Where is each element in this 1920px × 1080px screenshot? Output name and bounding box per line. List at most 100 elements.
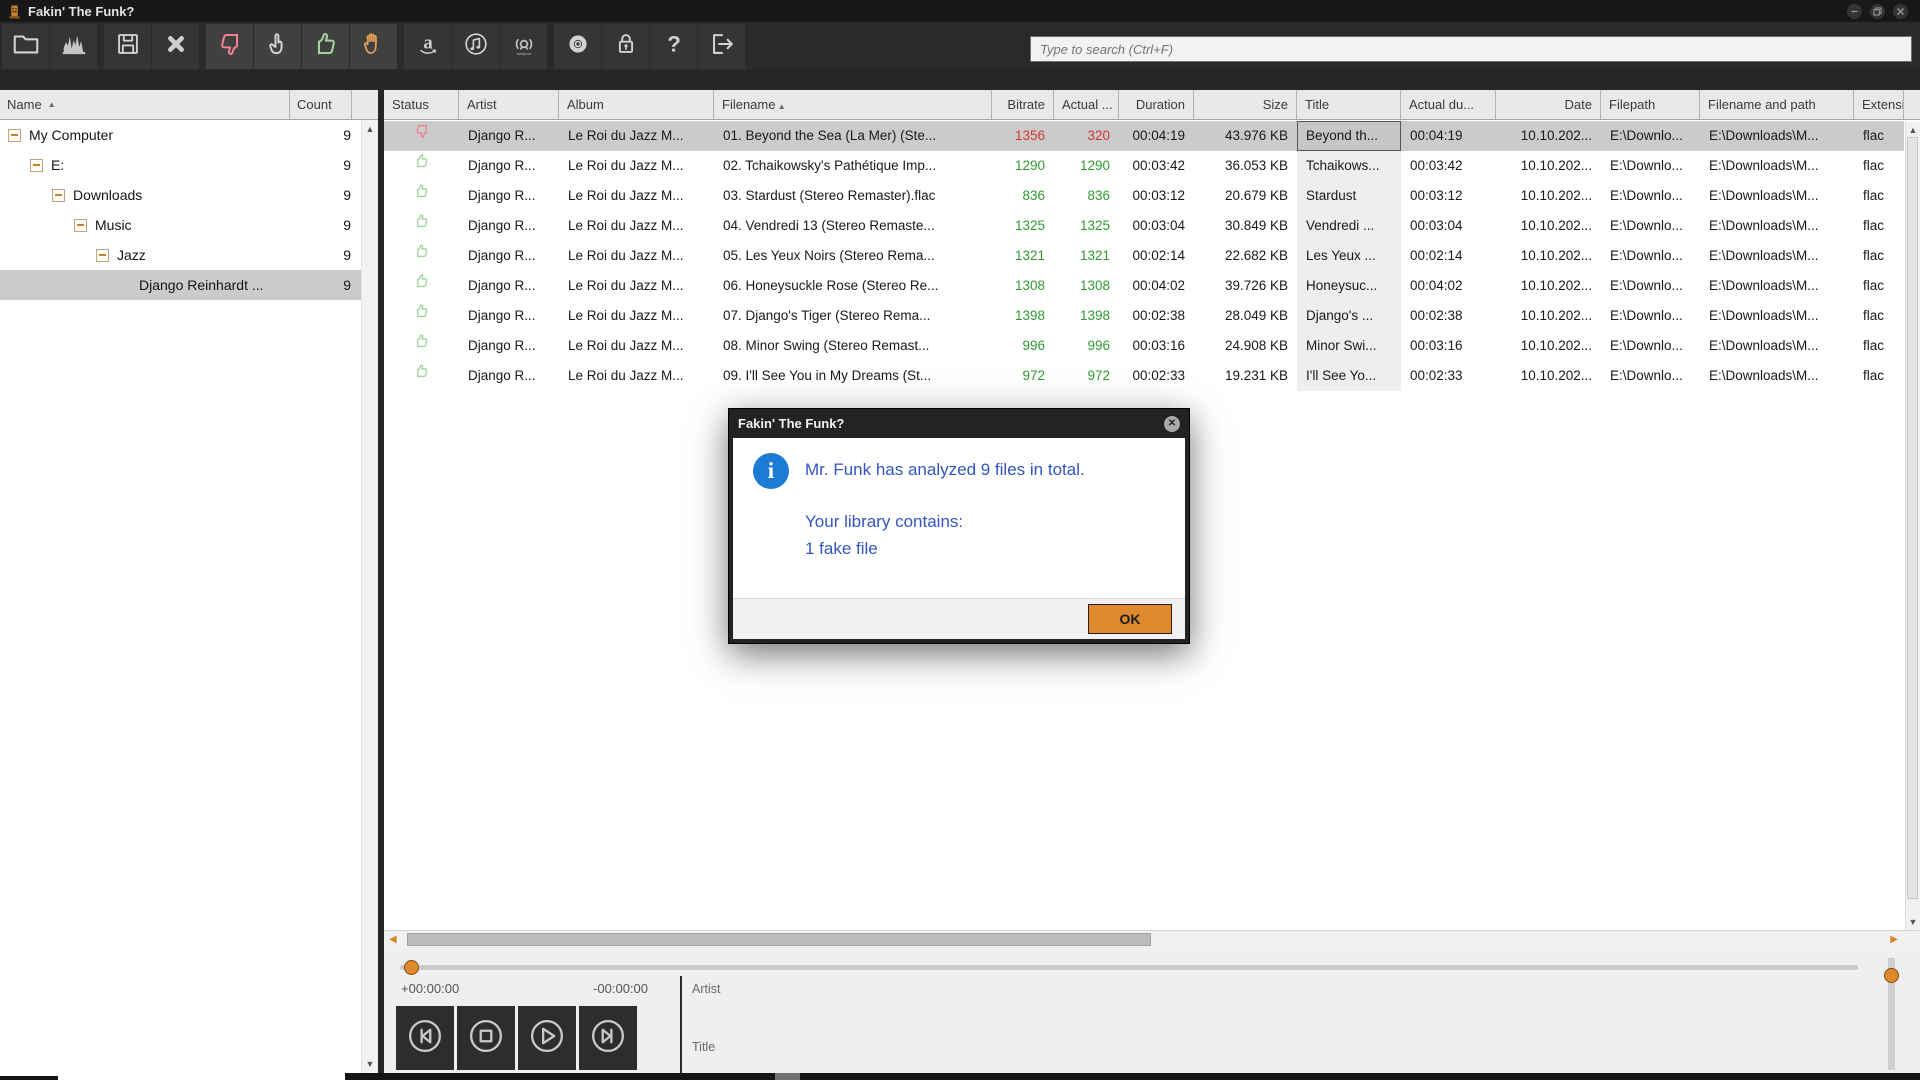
table-vertical-scrollbar[interactable]: ▲ ▼ (1905, 122, 1920, 930)
column-header-status[interactable]: Status (384, 90, 459, 119)
remove-icon (161, 29, 191, 64)
save-button[interactable] (104, 23, 151, 69)
cell-filename_and_path: E:\Downloads\M... (1709, 128, 1819, 143)
amazon-icon: a (413, 29, 443, 64)
scroll-right-icon[interactable]: ▶ (1890, 934, 1898, 946)
stop-button[interactable] (457, 1006, 515, 1070)
search-input[interactable] (1030, 36, 1912, 62)
scroll-up-icon[interactable]: ▲ (1906, 124, 1920, 136)
cell-album: Le Roi du Jazz M... (568, 248, 684, 263)
hand-stop-button[interactable] (350, 23, 397, 69)
tree-item-count: 9 (343, 217, 351, 233)
cell-status (384, 271, 459, 301)
analyze-icon (59, 29, 89, 64)
scroll-down-icon[interactable]: ▼ (362, 1058, 378, 1070)
tree-item[interactable]: Music 9 (0, 210, 361, 240)
tree-vertical-scrollbar[interactable]: ▲ ▼ (361, 120, 378, 1073)
table-row[interactable]: Django R... Le Roi du Jazz M... 05. Les Ye… (384, 241, 1904, 271)
scroll-down-icon[interactable]: ▼ (1906, 916, 1920, 928)
cell-extension: flac (1863, 188, 1885, 203)
column-header-duration[interactable]: Duration (1119, 90, 1194, 119)
column-header-date[interactable]: Date (1496, 90, 1601, 119)
beatport-button[interactable]: beatport (500, 23, 547, 69)
column-header-actual_duration[interactable]: Actual du... (1401, 90, 1496, 119)
collapse-icon[interactable] (74, 218, 87, 232)
cell-bitrate: 1356 (1014, 128, 1045, 143)
cell-size: 22.682 KB (1224, 248, 1288, 263)
column-header-album[interactable]: Album (559, 90, 714, 119)
window-controls (1847, 3, 1908, 19)
minimize-button[interactable] (1847, 3, 1862, 19)
column-header-filename_and_path[interactable]: Filename and path (1700, 90, 1854, 119)
remove-button[interactable] (152, 23, 199, 69)
column-header-artist[interactable]: Artist (459, 90, 559, 119)
help-button[interactable]: ? (650, 23, 697, 69)
table-row[interactable]: Django R... Le Roi du Jazz M... 09. I'll S… (384, 361, 1904, 391)
table-row[interactable]: Django R... Le Roi du Jazz M... 03. Stardu… (384, 181, 1904, 211)
cell-artist: Django R... (468, 158, 536, 173)
cell-filename: 01. Beyond the Sea (La Mer) (Ste... (723, 128, 937, 143)
cell-filename_and_path: E:\Downloads\M... (1709, 308, 1819, 323)
tree-item[interactable]: Jazz 9 (0, 240, 361, 270)
table-row[interactable]: Django R... Le Roi du Jazz M... 04. Vendre… (384, 211, 1904, 241)
column-header-bitrate[interactable]: Bitrate (992, 90, 1054, 119)
skip-forward-button[interactable] (579, 1006, 637, 1070)
maximize-button[interactable] (1870, 3, 1885, 19)
dialog-close-icon[interactable]: ✕ (1164, 415, 1180, 432)
thumbs-down-button[interactable] (206, 23, 253, 69)
collapse-icon[interactable] (96, 248, 109, 262)
volume-slider-knob[interactable] (1884, 968, 1899, 983)
cell-artist: Django R... (468, 218, 536, 233)
thumbs-up-button[interactable] (302, 23, 349, 69)
column-header-actual_bitrate[interactable]: Actual ... (1054, 90, 1119, 119)
tree-item[interactable]: Django Reinhardt ... 9 (0, 270, 361, 300)
collapse-icon[interactable] (8, 128, 21, 142)
cell-duration: 00:02:33 (1132, 368, 1185, 383)
toolbar-group (2, 23, 97, 69)
cell-artist: Django R... (468, 278, 536, 293)
hand-stop-icon (359, 29, 389, 64)
exit-button[interactable] (698, 23, 745, 69)
cell-title: Minor Swi... (1297, 331, 1401, 361)
table-row[interactable]: Django R... Le Roi du Jazz M... 06. Honeys… (384, 271, 1904, 301)
column-header-filename[interactable]: Filename ▲ (714, 90, 992, 119)
table-rows: Django R... Le Roi du Jazz M... 01. Beyond… (384, 121, 1904, 391)
tree-item[interactable]: My Computer 9 (0, 120, 361, 150)
table-row[interactable]: Django R... Le Roi du Jazz M... 07. Django… (384, 301, 1904, 331)
horizontal-scroll-thumb[interactable] (407, 933, 1151, 946)
collapse-icon[interactable] (30, 158, 43, 172)
column-header-filepath[interactable]: Filepath (1601, 90, 1700, 119)
tree-column-name[interactable]: Name ▲ (0, 90, 290, 119)
column-header-size[interactable]: Size (1194, 90, 1297, 119)
dialog-body: i Mr. Funk has analyzed 9 files in total… (733, 438, 1185, 598)
table-horizontal-scrollbar[interactable]: ◀ ▶ (384, 930, 1920, 948)
amazon-button[interactable]: a (404, 23, 451, 69)
skip-back-button[interactable] (396, 1006, 454, 1070)
lock-button[interactable] (602, 23, 649, 69)
scroll-up-icon[interactable]: ▲ (362, 123, 378, 135)
settings-button[interactable] (554, 23, 601, 69)
scroll-left-icon[interactable]: ◀ (389, 934, 397, 946)
dialog-title: Fakin' The Funk? (738, 416, 845, 431)
analyze-button[interactable] (50, 23, 97, 69)
open-folder-button[interactable] (2, 23, 49, 69)
column-header-extension[interactable]: Extension (1854, 90, 1904, 119)
dialog-summary-intro: Your library contains: (805, 512, 964, 531)
tree-item[interactable]: E: 9 (0, 150, 361, 180)
column-header-title[interactable]: Title (1297, 90, 1401, 119)
seek-slider-knob[interactable] (404, 960, 419, 975)
tree-column-count[interactable]: Count (290, 90, 352, 119)
table-row[interactable]: Django R... Le Roi du Jazz M... 01. Beyond… (384, 121, 1904, 151)
ok-button[interactable]: OK (1088, 604, 1172, 634)
point-finger-button[interactable] (254, 23, 301, 69)
tree-item[interactable]: Downloads 9 (0, 180, 361, 210)
vertical-scroll-thumb[interactable] (1907, 137, 1918, 899)
collapse-icon[interactable] (52, 188, 65, 202)
table-row[interactable]: Django R... Le Roi du Jazz M... 08. Minor … (384, 331, 1904, 361)
seek-slider[interactable] (400, 965, 1858, 970)
play-button[interactable] (518, 1006, 576, 1070)
close-button[interactable] (1893, 3, 1908, 19)
table-row[interactable]: Django R... Le Roi du Jazz M... 02. Tchaik… (384, 151, 1904, 181)
itunes-button[interactable] (452, 23, 499, 69)
cell-actual_bitrate: 1321 (1079, 248, 1110, 263)
